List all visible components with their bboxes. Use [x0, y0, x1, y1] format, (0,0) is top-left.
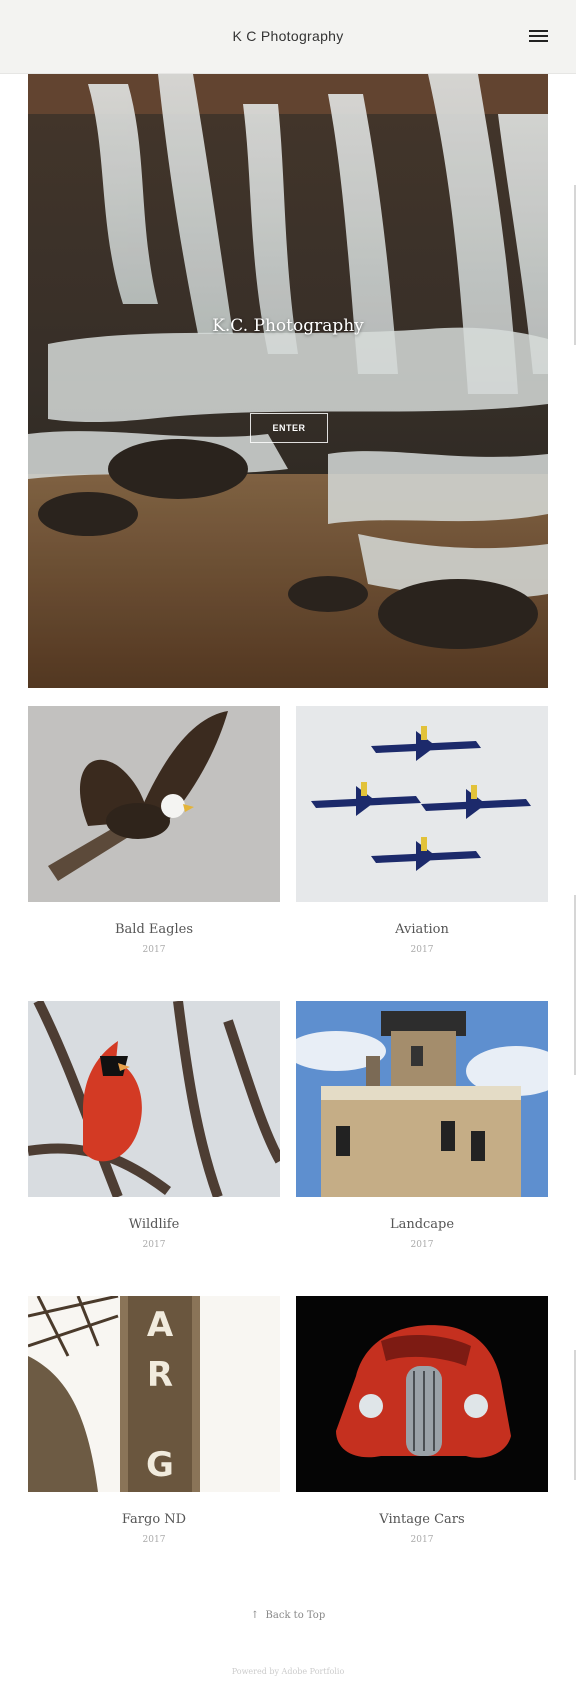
project-title[interactable]: Vintage Cars — [296, 1512, 548, 1527]
cardinal-image — [28, 1001, 280, 1197]
hero-banner: K.C. Photography ENTER — [28, 74, 548, 688]
project-thumbnail[interactable] — [296, 706, 548, 902]
project-card-fargo-nd[interactable]: A R G Fargo ND 2017 — [28, 1296, 280, 1545]
waterfall-image — [28, 74, 548, 688]
hamburger-icon[interactable] — [529, 30, 548, 42]
enter-button[interactable]: ENTER — [250, 413, 328, 443]
hero-title: K.C. Photography — [212, 316, 364, 336]
project-title[interactable]: Wildlife — [28, 1217, 280, 1232]
project-card-landcape[interactable]: Landcape 2017 — [296, 1001, 548, 1250]
back-to-top-link[interactable]: ↑ Back to Top — [0, 1610, 576, 1621]
project-card-bald-eagles[interactable]: Bald Eagles 2017 — [28, 706, 280, 955]
project-year: 2017 — [142, 945, 166, 955]
project-year: 2017 — [410, 1535, 434, 1545]
project-title[interactable]: Landcape — [296, 1217, 548, 1232]
back-to-top-label: Back to Top — [265, 1610, 326, 1621]
svg-text:R: R — [147, 1355, 173, 1395]
vintage-car-image — [296, 1296, 548, 1492]
project-thumbnail[interactable]: A R G — [28, 1296, 280, 1492]
project-year: 2017 — [410, 945, 434, 955]
project-year: 2017 — [142, 1240, 166, 1250]
project-card-vintage-cars[interactable]: Vintage Cars 2017 — [296, 1296, 548, 1545]
project-title[interactable]: Aviation — [296, 922, 548, 937]
powered-by-text[interactable]: Powered by Adobe Portfolio — [0, 1667, 576, 1676]
project-thumbnail[interactable] — [296, 1001, 548, 1197]
project-thumbnail[interactable] — [296, 1296, 548, 1492]
site-header: K C Photography — [0, 0, 576, 74]
project-year: 2017 — [410, 1240, 434, 1250]
blue-angels-image — [296, 706, 548, 902]
project-card-wildlife[interactable]: Wildlife 2017 — [28, 1001, 280, 1250]
lighthouse-image — [296, 1001, 548, 1197]
svg-text:A: A — [147, 1305, 174, 1345]
svg-text:G: G — [146, 1445, 174, 1485]
project-title[interactable]: Bald Eagles — [28, 922, 280, 937]
project-year: 2017 — [142, 1535, 166, 1545]
project-thumbnail[interactable] — [28, 1001, 280, 1197]
fargo-sign-image: A R G — [28, 1296, 280, 1492]
bald-eagle-image — [28, 706, 280, 902]
project-title[interactable]: Fargo ND — [28, 1512, 280, 1527]
up-arrow-icon: ↑ — [250, 1610, 260, 1621]
project-card-aviation[interactable]: Aviation 2017 — [296, 706, 548, 955]
site-title[interactable]: K C Photography — [0, 28, 576, 44]
project-thumbnail[interactable] — [28, 706, 280, 902]
